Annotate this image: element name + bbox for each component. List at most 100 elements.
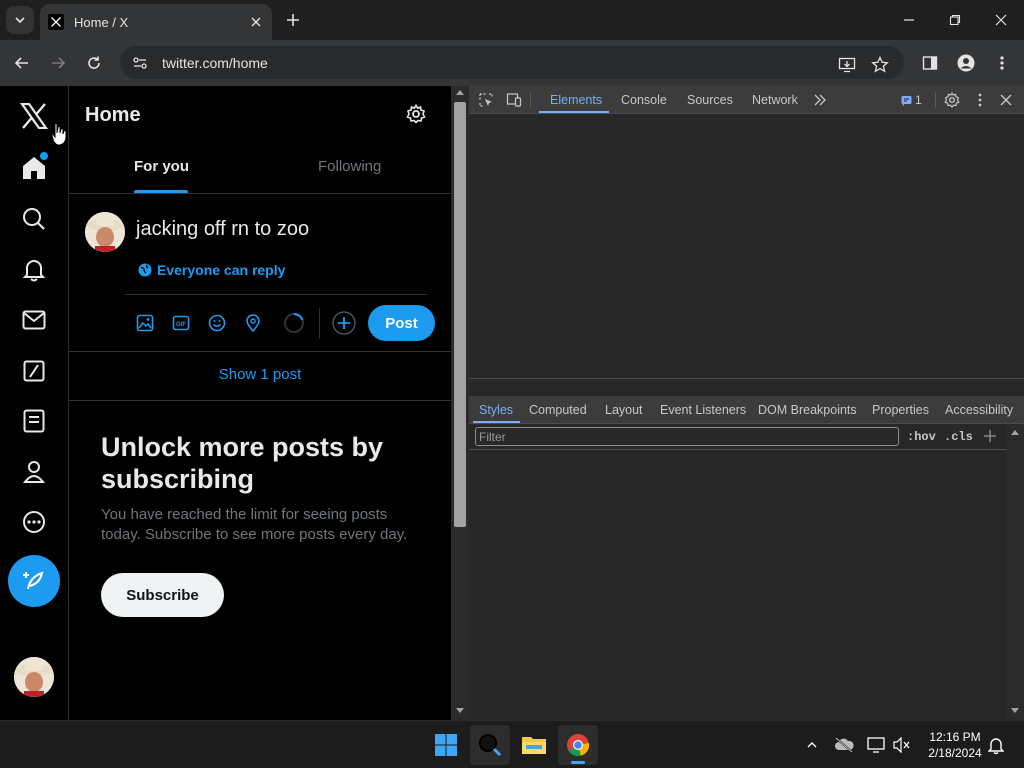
subtab-event-listeners[interactable]: Event Listeners	[660, 403, 746, 417]
close-icon	[1000, 94, 1012, 106]
devtools-tab-sources[interactable]: Sources	[687, 93, 733, 107]
device-toolbar-button[interactable]	[505, 91, 523, 109]
timeline-settings-button[interactable]	[406, 103, 428, 126]
issues-count: 1	[915, 93, 922, 107]
devtools-split-handle[interactable]	[469, 378, 1024, 396]
tab-following[interactable]: Following	[318, 158, 381, 175]
scroll-down-arrow[interactable]	[456, 708, 464, 713]
side-panel-button[interactable]	[916, 49, 944, 77]
forward-button[interactable]	[44, 49, 72, 77]
cloud-offline-icon	[835, 737, 854, 753]
tab-search-button[interactable]	[6, 6, 34, 34]
more-tabs-button[interactable]	[811, 91, 829, 109]
nav-profile[interactable]	[18, 456, 50, 488]
taskbar-clock[interactable]: 12:16 PM 2/18/2024	[920, 729, 990, 761]
plus-icon	[984, 430, 996, 442]
subtab-layout[interactable]: Layout	[605, 403, 643, 417]
volume-button[interactable]	[892, 735, 912, 755]
file-explorer-button[interactable]	[514, 725, 554, 765]
minimize-button[interactable]	[895, 6, 923, 34]
styles-filter-input[interactable]	[475, 427, 899, 446]
nav-grok[interactable]	[18, 355, 50, 387]
reload-icon	[88, 56, 100, 69]
chevron-up-icon	[807, 742, 817, 748]
add-gif-button[interactable]: GIF	[171, 313, 191, 333]
post-button[interactable]: Post	[368, 305, 435, 341]
scroll-down-arrow[interactable]	[1011, 708, 1019, 713]
reload-button[interactable]	[80, 49, 108, 77]
browser-tab-active[interactable]: Home / X	[40, 4, 272, 40]
chrome-taskbar-button[interactable]	[558, 725, 598, 765]
subtab-properties[interactable]: Properties	[872, 403, 929, 417]
side-panel-icon	[922, 56, 938, 70]
profile-icon	[23, 461, 45, 483]
new-tab-button[interactable]	[282, 8, 304, 32]
subtab-dom-breakpoints[interactable]: DOM Breakpoints	[758, 403, 857, 417]
issues-badge[interactable]: 1	[901, 93, 922, 107]
back-button[interactable]	[8, 49, 36, 77]
add-emoji-button[interactable]	[207, 313, 227, 333]
nav-home[interactable]	[18, 152, 50, 184]
chrome-menu-button[interactable]	[988, 49, 1016, 77]
subtab-computed[interactable]: Computed	[529, 403, 587, 417]
onedrive-button[interactable]	[834, 735, 854, 755]
subtab-styles[interactable]: Styles	[479, 403, 513, 417]
devtools-tab-elements[interactable]: Elements	[550, 93, 602, 107]
start-button[interactable]	[426, 725, 466, 765]
nav-explore[interactable]	[18, 203, 50, 235]
nav-more[interactable]	[18, 506, 50, 538]
add-location-button[interactable]	[243, 313, 263, 333]
composer-tool-separator	[319, 308, 320, 338]
page-scrollbar[interactable]	[451, 86, 469, 720]
active-app-indicator	[571, 761, 585, 764]
composer-avatar[interactable]	[85, 212, 125, 252]
show-new-posts-link[interactable]: Show 1 post	[69, 366, 451, 383]
devtools-tab-console[interactable]: Console	[621, 93, 667, 107]
inspect-element-button[interactable]	[477, 91, 495, 109]
composer-textarea[interactable]: jacking off rn to zoo	[136, 218, 309, 241]
restore-button[interactable]	[941, 6, 969, 34]
chrome-icon	[567, 734, 590, 757]
scroll-up-arrow[interactable]	[1011, 430, 1019, 435]
styles-scrollbar[interactable]	[1006, 424, 1024, 720]
subtab-accessibility[interactable]: Accessibility	[945, 403, 1013, 417]
show-hidden-icons-button[interactable]	[802, 735, 822, 755]
styles-tab-bar: Styles Computed Layout Event Listeners D…	[469, 396, 1024, 424]
restore-icon	[949, 14, 961, 26]
notifications-button[interactable]	[986, 735, 1006, 755]
hover-state-toggle[interactable]: :hov	[907, 430, 936, 444]
search-button[interactable]	[470, 725, 510, 765]
class-toggle[interactable]: .cls	[944, 430, 973, 444]
address-bar[interactable]: twitter.com/home	[120, 46, 904, 79]
devtools-settings-button[interactable]	[943, 91, 961, 109]
network-button[interactable]	[866, 735, 886, 755]
scrollbar-thumb[interactable]	[454, 102, 466, 527]
nav-messages[interactable]	[18, 304, 50, 336]
tab-for-you[interactable]: For you	[134, 158, 189, 175]
inspect-icon	[479, 93, 493, 107]
compose-post-button[interactable]	[8, 555, 60, 607]
scroll-up-arrow[interactable]	[456, 90, 464, 95]
devtools-menu-button[interactable]	[971, 91, 989, 109]
window-close-button[interactable]	[987, 6, 1015, 34]
feather-plus-icon	[23, 571, 44, 590]
account-avatar[interactable]	[14, 657, 54, 697]
bookmark-button[interactable]	[867, 52, 893, 78]
new-style-rule-button[interactable]	[982, 428, 998, 444]
nav-lists[interactable]	[18, 405, 50, 437]
reply-setting-button[interactable]: Everyone can reply	[138, 262, 285, 278]
install-app-button[interactable]	[834, 52, 860, 78]
add-media-button[interactable]	[135, 313, 155, 333]
devtools-tab-network[interactable]: Network	[752, 93, 798, 107]
add-thread-button[interactable]	[332, 311, 356, 335]
subscribe-button[interactable]: Subscribe	[101, 573, 224, 617]
profile-icon	[957, 54, 975, 72]
tab-close-button[interactable]	[248, 14, 264, 30]
devtools-close-button[interactable]	[997, 91, 1015, 109]
mail-icon	[22, 310, 46, 330]
profile-button[interactable]	[952, 49, 980, 77]
nav-notifications[interactable]	[18, 254, 50, 286]
x-logo-link[interactable]	[18, 100, 50, 132]
devtools-tab-bar: Elements Console Sources Network 1	[469, 86, 1024, 114]
elements-tree-pane[interactable]	[469, 114, 1024, 378]
